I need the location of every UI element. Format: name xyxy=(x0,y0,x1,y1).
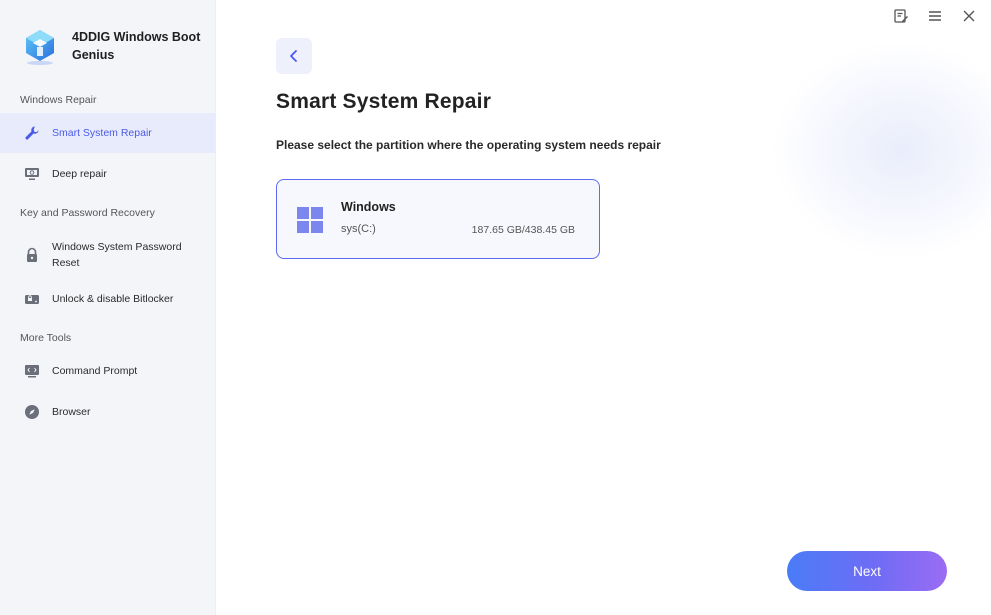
section-label-key-password-recovery: Key and Password Recovery xyxy=(20,207,155,219)
sidebar-item-deep-repair[interactable]: Deep repair xyxy=(0,158,215,190)
window-controls xyxy=(891,6,979,26)
partition-card-windows[interactable]: Windows sys(C:) 187.65 GB/438.45 GB xyxy=(276,179,600,259)
main-panel: Smart System Repair Please select the pa… xyxy=(217,0,991,615)
close-icon[interactable] xyxy=(959,6,979,26)
sidebar: 4DDIG Windows Boot Genius Windows Repair… xyxy=(0,0,216,615)
page-subtitle: Please select the partition where the op… xyxy=(276,138,661,152)
sidebar-item-label: Deep repair xyxy=(52,168,107,180)
partition-drive: sys(C:) xyxy=(341,223,376,235)
sidebar-item-command-prompt[interactable]: Command Prompt xyxy=(0,355,215,387)
sidebar-item-smart-system-repair[interactable]: Smart System Repair xyxy=(0,113,215,153)
app-logo-icon xyxy=(26,30,54,65)
background-glow xyxy=(771,40,991,260)
next-button[interactable]: Next xyxy=(787,551,947,591)
section-label-windows-repair: Windows Repair xyxy=(20,94,97,106)
brand: 4DDIG Windows Boot Genius xyxy=(20,26,202,66)
page-title: Smart System Repair xyxy=(276,90,492,113)
sidebar-item-label: Smart System Repair xyxy=(52,127,152,139)
app-name: 4DDIG Windows Boot Genius xyxy=(72,30,201,62)
sidebar-item-unlock-bitlocker[interactable]: Unlock & disable Bitlocker xyxy=(0,283,215,315)
wrench-icon xyxy=(24,125,40,141)
lock-icon xyxy=(24,247,40,263)
terminal-icon xyxy=(24,363,40,379)
sidebar-item-label: Browser xyxy=(52,406,91,418)
chevron-left-icon xyxy=(290,50,297,62)
menu-icon[interactable] xyxy=(925,6,945,26)
sidebar-item-windows-password-reset[interactable]: Windows System Password Reset xyxy=(0,236,215,274)
sidebar-item-label: Command Prompt xyxy=(52,365,138,377)
sidebar-item-label: Windows System Password Reset xyxy=(52,241,182,269)
section-label-more-tools: More Tools xyxy=(20,332,72,344)
sidebar-item-browser[interactable]: Browser xyxy=(0,396,215,428)
partition-size: 187.65 GB/438.45 GB xyxy=(471,224,575,236)
monitor-repair-icon xyxy=(24,166,40,182)
back-button[interactable] xyxy=(276,38,312,74)
windows-logo-icon xyxy=(297,207,323,233)
compass-icon xyxy=(24,404,40,420)
drive-lock-icon xyxy=(24,291,40,307)
feedback-icon[interactable] xyxy=(891,6,911,26)
partition-name: Windows xyxy=(341,200,396,214)
sidebar-item-label: Unlock & disable Bitlocker xyxy=(52,293,174,305)
